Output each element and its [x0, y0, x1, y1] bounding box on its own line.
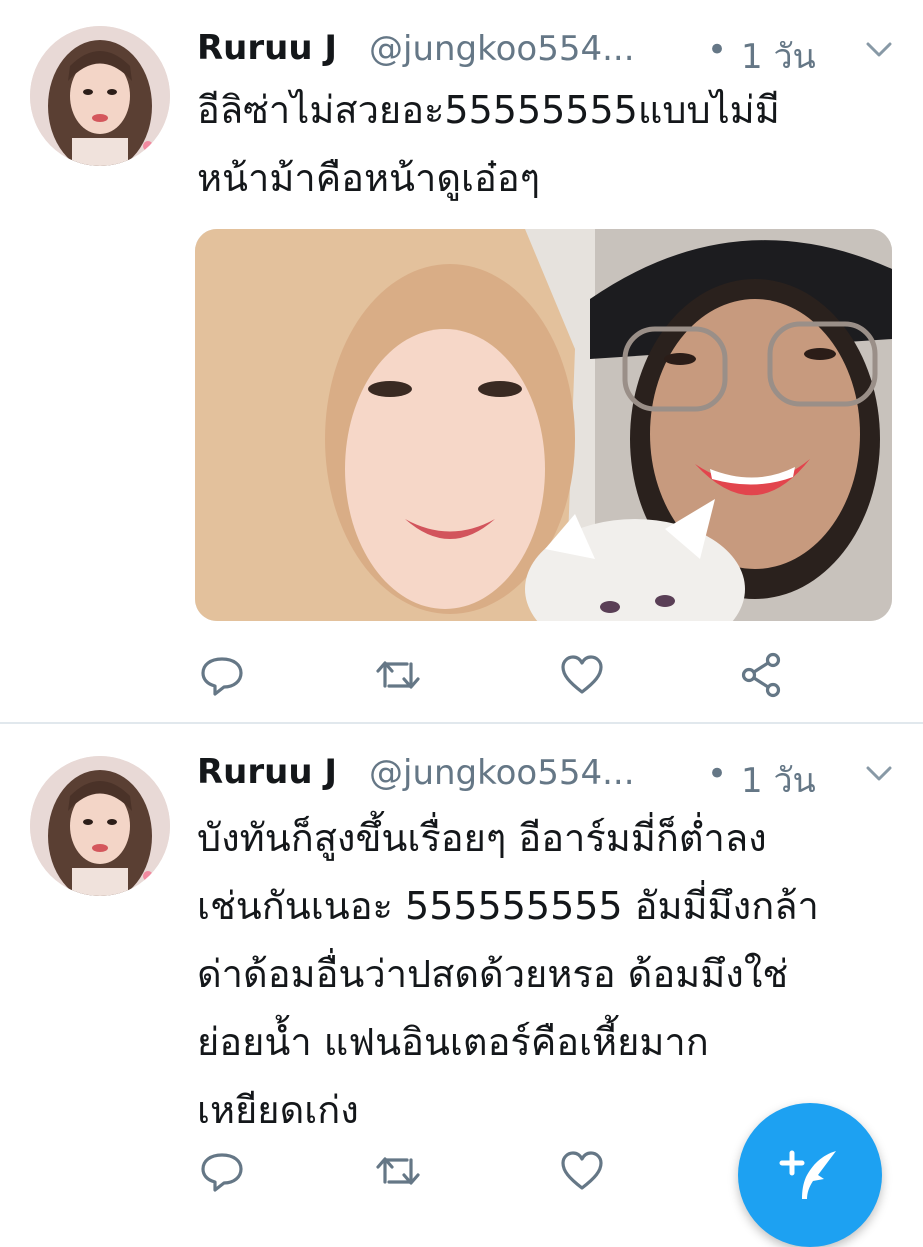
retweet-icon[interactable]: [373, 1146, 423, 1196]
timestamp[interactable]: 1 วัน: [741, 753, 816, 807]
heart-icon[interactable]: [557, 1146, 607, 1196]
tweet-text-line: หน้าม้าคือหน้าดูเอ๋อๆ: [197, 156, 541, 200]
author-handle[interactable]: @jungkoo554...: [369, 29, 689, 69]
timestamp[interactable]: 1 วัน: [741, 29, 816, 83]
tweet-text-line: เช่นกันเนอะ 555555555 อัมมี่มึงกล้า: [197, 884, 819, 928]
heart-icon[interactable]: [557, 650, 607, 700]
reply-icon[interactable]: [197, 1146, 247, 1196]
tweet-text-line: ด่าด้อมอื่นว่าปสดด้วยหรอ ด้อมมึงใช่: [197, 952, 789, 996]
tweet-header: Ruruu J @jungkoo554... • 1 วัน: [197, 24, 897, 80]
compose-tweet-icon: [779, 1150, 836, 1199]
compose-tweet-button[interactable]: [738, 1103, 882, 1247]
retweet-icon[interactable]: [373, 650, 423, 700]
reply-icon[interactable]: [197, 650, 247, 700]
tweet-text: บังทันก็สูงขึ้นเรื่อยๆ อีอาร์มมี่ก็ต่ำลง…: [197, 804, 877, 1144]
chevron-down-icon[interactable]: [865, 40, 893, 60]
tweet-text-line: ย่อยน้ำ แฟนอินเตอร์คือเหี้ยมาก: [197, 1020, 709, 1064]
tweet-media-image[interactable]: [195, 229, 892, 621]
share-icon[interactable]: [737, 650, 787, 700]
tweet-text-line: บังทันก็สูงขึ้นเรื่อยๆ อีอาร์มมี่ก็ต่ำลง: [197, 816, 767, 860]
separator-dot: •: [707, 754, 728, 794]
author-name[interactable]: Ruruu J: [197, 28, 337, 68]
tweet-header: Ruruu J @jungkoo554... • 1 วัน: [197, 748, 897, 804]
avatar[interactable]: [30, 756, 170, 896]
tweet-text: อีลิซ่าไม่สวยอะ55555555แบบไม่มี หน้าม้าค…: [197, 76, 877, 212]
avatar[interactable]: [30, 26, 170, 166]
tweet-text-line: อีลิซ่าไม่สวยอะ55555555แบบไม่มี: [197, 88, 780, 132]
author-handle[interactable]: @jungkoo554...: [369, 753, 689, 793]
tweet[interactable]: Ruruu J @jungkoo554... • 1 วัน อีลิซ่าไม…: [0, 0, 923, 722]
author-name[interactable]: Ruruu J: [197, 752, 337, 792]
tweet-actions: [197, 650, 897, 700]
chevron-down-icon[interactable]: [865, 764, 893, 784]
separator-dot: •: [707, 30, 728, 70]
